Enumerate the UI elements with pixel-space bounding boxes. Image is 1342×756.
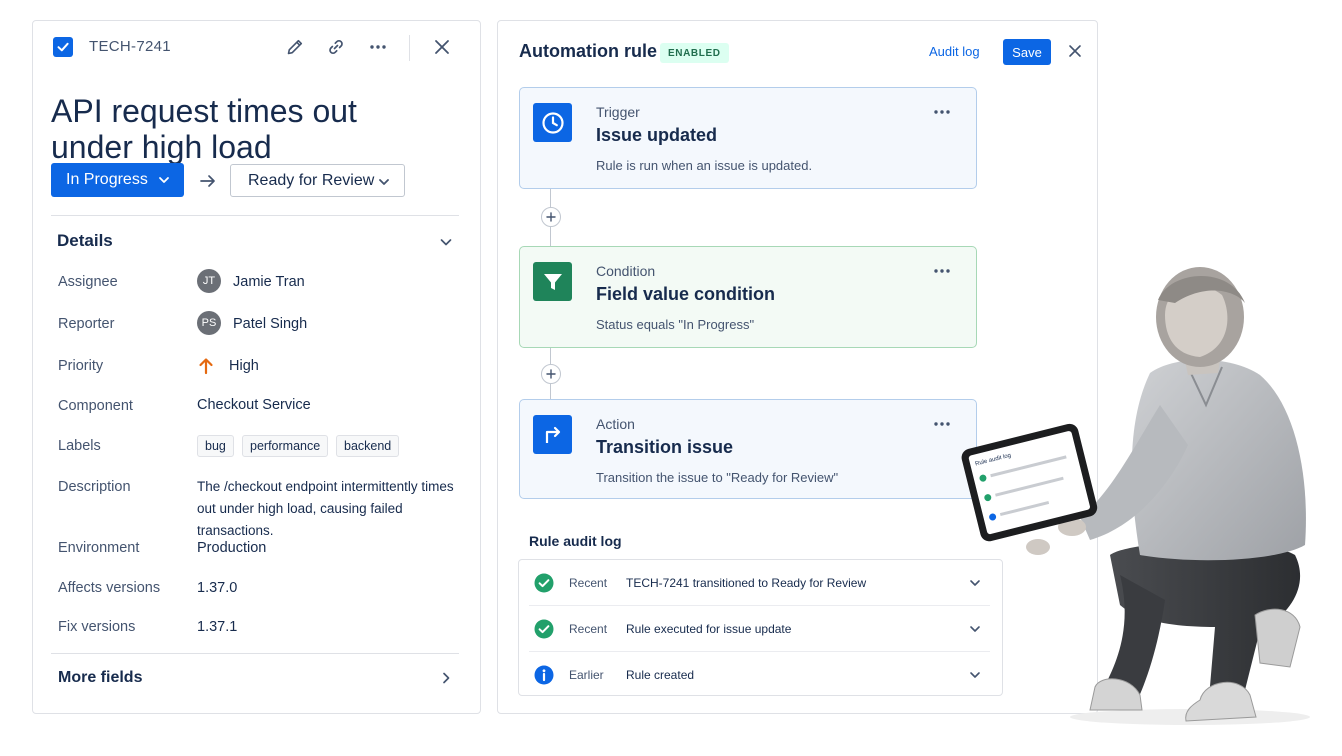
shoe <box>1254 608 1301 668</box>
clock-icon <box>533 103 572 142</box>
affects-versions-label: Affects versions <box>58 580 161 596</box>
more-options-icon[interactable] <box>366 35 390 59</box>
plus-icon <box>546 369 556 379</box>
transition-label: Ready for Review <box>248 171 375 189</box>
header-divider <box>409 35 410 61</box>
chevron-down-icon <box>159 177 169 183</box>
chevron-down-icon[interactable] <box>439 235 453 249</box>
arrow-right-icon <box>200 175 215 187</box>
action-card[interactable]: Action Transition issue Transition the i… <box>519 399 977 499</box>
details-heading[interactable]: Details <box>57 231 113 251</box>
divider <box>51 215 459 216</box>
label-chip[interactable]: performance <box>242 435 329 457</box>
transition-arrow-icon <box>533 415 572 454</box>
audit-message: TECH-7241 transitioned to Ready for Revi… <box>626 576 867 590</box>
description-label: Description <box>58 479 131 495</box>
audit-log-row[interactable]: Recent TECH-7241 transitioned to Ready f… <box>519 560 1002 606</box>
more-fields-toggle[interactable]: More fields <box>58 669 142 687</box>
more-options-icon[interactable] <box>932 414 952 434</box>
description-value[interactable]: The /checkout endpoint intermittently ti… <box>197 476 459 542</box>
assignee-name[interactable]: Jamie Tran <box>233 274 305 290</box>
more-options-icon[interactable] <box>932 261 952 281</box>
audit-time: Recent <box>569 622 608 636</box>
issue-header: TECH-7241 <box>33 21 480 73</box>
priority-label: Priority <box>58 358 104 374</box>
info-icon <box>534 665 554 685</box>
close-icon[interactable] <box>1067 43 1083 59</box>
fix-versions-value[interactable]: 1.37.1 <box>197 619 237 635</box>
priority-value[interactable]: High <box>229 358 259 374</box>
label-chip[interactable]: backend <box>336 435 400 457</box>
status-label: In Progress <box>66 171 148 188</box>
audit-log-list: Recent TECH-7241 transitioned to Ready f… <box>518 559 1003 696</box>
affects-versions-value[interactable]: 1.37.0 <box>197 580 237 596</box>
card-kind: Action <box>596 416 635 432</box>
assignee-label: Assignee <box>58 274 118 290</box>
issue-key[interactable]: TECH-7241 <box>89 38 171 55</box>
card-name: Transition issue <box>596 437 734 457</box>
audit-log-heading: Rule audit log <box>529 533 622 549</box>
audit-log-link[interactable]: Audit log <box>929 44 980 59</box>
component-label: Component <box>58 398 133 414</box>
hand <box>1026 539 1050 555</box>
success-check-icon <box>534 619 554 639</box>
assignee-avatar[interactable]: JT <box>197 269 221 293</box>
chevron-down-icon <box>379 179 389 185</box>
issue-type-checkbox-icon <box>53 37 73 57</box>
reporter-name[interactable]: Patel Singh <box>233 316 307 332</box>
audit-time: Recent <box>569 576 608 590</box>
add-step-button[interactable] <box>541 364 561 384</box>
environment-label: Environment <box>58 540 140 556</box>
labels-label: Labels <box>58 438 101 454</box>
status-badge: ENABLED <box>660 43 729 63</box>
reporter-label: Reporter <box>58 316 115 332</box>
environment-value[interactable]: Production <box>197 540 266 556</box>
audit-message: Rule created <box>626 668 695 682</box>
fix-versions-label: Fix versions <box>58 619 136 635</box>
plus-icon <box>546 212 556 222</box>
filter-funnel-icon <box>533 262 572 301</box>
audit-log-row[interactable]: Earlier Rule created <box>519 652 1002 698</box>
card-name: Issue updated <box>596 125 718 145</box>
chevron-right-icon[interactable] <box>439 671 453 685</box>
card-description: Rule is run when an issue is updated. <box>596 158 813 173</box>
edit-pencil-icon[interactable] <box>283 35 307 59</box>
woman-with-tablet-illustration: Rule audit log <box>961 267 1310 725</box>
label-chip[interactable]: bug <box>197 435 234 457</box>
issue-title[interactable]: API request times out under high load <box>51 93 381 165</box>
automation-title: Automation rule <box>519 41 657 61</box>
success-check-icon <box>534 573 554 593</box>
link-icon[interactable] <box>324 35 348 59</box>
audit-log-row[interactable]: Recent Rule executed for issue update <box>519 606 1002 652</box>
card-description: Status equals "In Progress" <box>596 317 755 332</box>
card-description: Transition the issue to "Ready for Revie… <box>596 470 839 485</box>
issue-panel: TECH-7241 API request times out under hi… <box>32 20 481 714</box>
add-step-button[interactable] <box>541 207 561 227</box>
trigger-card[interactable]: Trigger Issue updated Rule is run when a… <box>519 87 977 189</box>
audit-time: Earlier <box>569 668 604 682</box>
more-options-icon[interactable] <box>932 102 952 122</box>
component-value[interactable]: Checkout Service <box>197 397 311 413</box>
transition-dropdown-button[interactable]: Ready for Review <box>230 164 405 197</box>
condition-card[interactable]: Condition Field value condition Status e… <box>519 246 977 348</box>
audit-message: Rule executed for issue update <box>626 622 792 636</box>
reporter-avatar[interactable]: PS <box>197 311 221 335</box>
status-dropdown-button[interactable]: In Progress <box>51 163 184 197</box>
card-kind: Condition <box>596 263 656 279</box>
card-kind: Trigger <box>596 104 640 120</box>
close-icon[interactable] <box>430 35 454 59</box>
card-name: Field value condition <box>596 284 776 304</box>
save-button[interactable]: Save <box>1003 39 1051 65</box>
divider <box>51 653 459 654</box>
priority-high-arrow-icon <box>199 358 213 375</box>
